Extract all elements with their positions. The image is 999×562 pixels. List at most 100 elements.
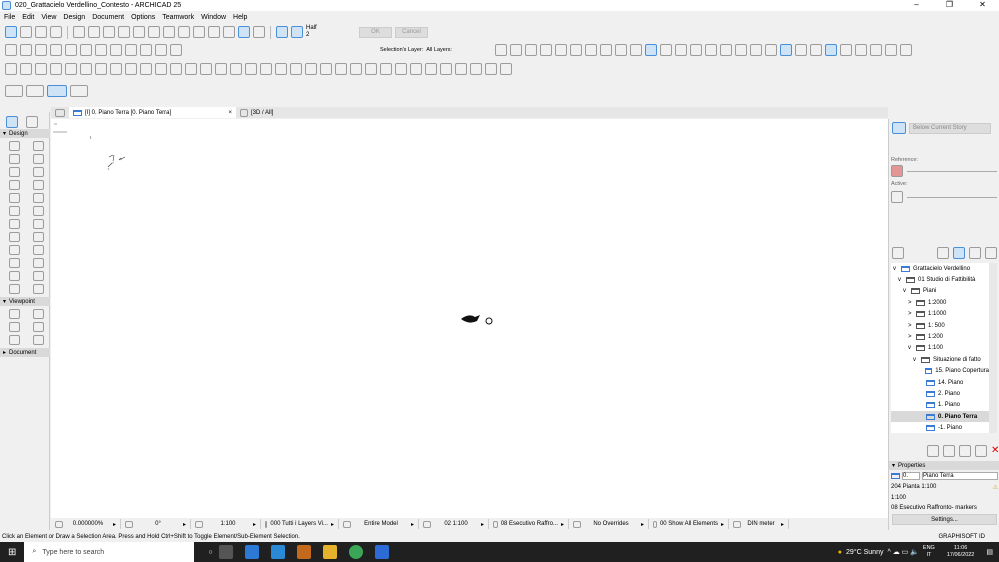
tree-node[interactable]: v 1:100 [891, 343, 989, 354]
expand-arrow-icon[interactable]: > [908, 323, 913, 329]
toolbar-icon[interactable] [869, 44, 882, 56]
scale-setting[interactable]: 1:100 [889, 493, 999, 503]
tool-icon[interactable] [148, 26, 160, 38]
tool-icon[interactable] [118, 26, 130, 38]
orbit-icon[interactable] [47, 85, 67, 97]
toolbar-icon[interactable] [140, 44, 152, 56]
viewpoint-tool-icon[interactable] [9, 322, 20, 332]
toolbar-icon[interactable] [35, 63, 47, 75]
toolbar-icon[interactable] [779, 44, 792, 56]
tree-node[interactable]: 14. Piano [891, 377, 989, 388]
viewpoint-tool-icon[interactable] [33, 309, 44, 319]
tool-icon[interactable] [223, 26, 235, 38]
project-map-tab-icon[interactable] [937, 247, 949, 259]
tab-3d[interactable]: [3D / All] [236, 107, 277, 118]
toolbar-icon[interactable] [440, 63, 452, 75]
toolbar-icon[interactable] [554, 44, 567, 56]
tool-icon[interactable] [238, 26, 250, 38]
toolbar-icon[interactable] [110, 44, 122, 56]
toolbar-icon[interactable] [824, 44, 837, 56]
expand-arrow-icon[interactable]: v [908, 345, 913, 351]
toolbar-icon[interactable] [455, 63, 467, 75]
design-tool-icon[interactable] [9, 284, 20, 294]
store-icon[interactable] [244, 545, 259, 559]
status-control[interactable]: No Overrides ▸ [569, 519, 649, 529]
toolbar-icon[interactable] [5, 44, 17, 56]
dropdown-arrow-icon[interactable]: ▸ [113, 521, 116, 528]
toolbar-icon[interactable] [245, 63, 257, 75]
project-map-icon[interactable] [892, 247, 904, 259]
archicad-taskbar-icon[interactable] [374, 545, 389, 559]
publisher-icon[interactable] [985, 247, 997, 259]
status-control[interactable]: 0.000000% ▸ [51, 519, 121, 529]
section-viewpoint[interactable]: ▾ Viewpoint [0, 297, 50, 306]
dropdown-arrow-icon[interactable]: ▸ [253, 521, 256, 528]
toolbar-icon[interactable] [125, 63, 137, 75]
design-tool-icon[interactable] [9, 271, 20, 281]
toolbar-icon[interactable] [155, 44, 167, 56]
toolbar-icon[interactable] [335, 63, 347, 75]
dropdown-arrow-icon[interactable]: ▸ [561, 521, 564, 528]
new-folder-icon[interactable] [959, 445, 971, 457]
tree-scrollbar[interactable] [989, 263, 997, 433]
design-tool-icon[interactable] [33, 284, 44, 294]
toolbar-icon[interactable] [230, 63, 242, 75]
toolbar-icon[interactable] [899, 44, 912, 56]
toolbar-icon[interactable] [614, 44, 627, 56]
snap-icon[interactable] [276, 26, 288, 38]
task-view-icon[interactable] [218, 545, 233, 559]
toolbar-icon[interactable] [470, 63, 482, 75]
ok-button[interactable]: OK [359, 26, 392, 38]
tree-node[interactable]: 1. Piano [891, 400, 989, 411]
toolbar-icon[interactable] [599, 44, 612, 56]
design-tool-icon[interactable] [33, 206, 44, 216]
toolbar-icon[interactable] [500, 63, 512, 75]
tool-icon[interactable] [193, 26, 205, 38]
expand-arrow-icon[interactable]: > [908, 311, 913, 317]
tree-node[interactable]: v Piani [891, 286, 989, 297]
tree-node[interactable]: v 01 Studio di Fattibilità [891, 274, 989, 285]
active-color-icon[interactable] [891, 191, 903, 203]
status-control[interactable]: Entire Model ▸ [339, 519, 419, 529]
layout-book-icon[interactable] [969, 247, 981, 259]
toolbar-icon[interactable] [734, 44, 747, 56]
toolbar-icon[interactable] [305, 63, 317, 75]
maximize-button[interactable]: ❐ [933, 0, 966, 9]
region[interactable]: IT [926, 552, 931, 558]
view-tool-icon[interactable] [5, 85, 23, 97]
save-view-icon[interactable] [943, 445, 955, 457]
new-view-icon[interactable] [927, 445, 939, 457]
view-id-input[interactable]: 0. [902, 472, 920, 480]
design-tool-icon[interactable] [9, 154, 20, 164]
design-tool-icon[interactable] [33, 154, 44, 164]
view-map-tab-icon[interactable] [953, 247, 965, 259]
tool-icon[interactable] [73, 26, 85, 38]
view-setting[interactable]: 204 Pianta 1:100 [891, 484, 936, 491]
close-tab-icon[interactable]: × [228, 110, 232, 116]
status-control[interactable]: 000 Tutti i Layers Vi... ▸ [261, 519, 339, 529]
toolbar-icon[interactable] [539, 44, 552, 56]
tool-icon[interactable] [35, 26, 47, 38]
toolbar-icon[interactable] [200, 63, 212, 75]
toolbar-icon[interactable] [110, 63, 122, 75]
toolbar-icon[interactable] [5, 63, 17, 75]
toolbar-icon[interactable] [809, 44, 822, 56]
toolbar-icon[interactable] [794, 44, 807, 56]
toolbar-icon[interactable] [20, 63, 32, 75]
expand-arrow-icon[interactable]: v [898, 277, 903, 283]
dropdown-arrow-icon[interactable]: ▸ [781, 521, 784, 528]
reference-color-icon[interactable] [891, 165, 903, 177]
tool-icon[interactable] [133, 26, 145, 38]
delete-icon[interactable]: ✕ [991, 445, 999, 457]
tab-floor-plan[interactable]: [I] 0. Piano Terra [0. Piano Terra] × [69, 107, 236, 118]
settings-button[interactable]: Settings... [892, 514, 997, 525]
tree-node[interactable]: >1: 500 [891, 320, 989, 331]
toolbar-icon[interactable] [155, 63, 167, 75]
design-tool-icon[interactable] [33, 258, 44, 268]
toolbar-icon[interactable] [65, 63, 77, 75]
dropdown-arrow-icon[interactable]: ▸ [481, 521, 484, 528]
toolbar-icon[interactable] [80, 63, 92, 75]
view-name-input[interactable]: Piano Terra [922, 472, 998, 480]
menu-design[interactable]: Design [63, 14, 85, 21]
tool-icon[interactable] [50, 26, 62, 38]
